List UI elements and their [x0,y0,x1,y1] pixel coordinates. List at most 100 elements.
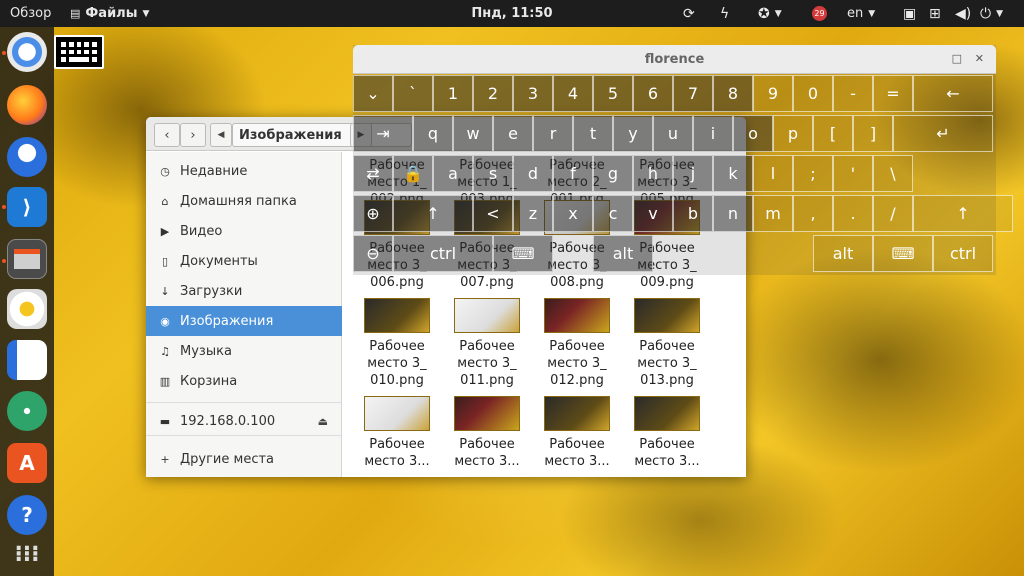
key[interactable]: 9 [753,75,793,112]
key[interactable]: w [453,115,493,152]
key[interactable]: 8 [713,75,753,112]
key[interactable]: = [873,75,913,112]
file-item[interactable]: Рабочее место 3... [444,396,530,477]
key[interactable]: e [493,115,533,152]
key[interactable]: ↵ [893,115,993,152]
file-item[interactable]: Рабочее место 3... [354,396,440,477]
sidebar-item[interactable]: ◷ Недавние [146,156,342,186]
key[interactable]: 7 [673,75,713,112]
maximize-icon[interactable]: □ [952,52,962,65]
key[interactable]: t [573,115,613,152]
key[interactable]: l [753,155,793,192]
accessibility-menu[interactable]: ✪ ▼ [758,0,782,27]
chromium-icon[interactable] [7,32,47,72]
back-button[interactable]: ‹ [154,123,180,147]
key[interactable]: ` [393,75,433,112]
thunderbird-icon[interactable] [7,137,47,177]
sidebar-item-network[interactable]: ▬ 192.168.0.100 ⏏ [146,406,342,436]
key[interactable]: ⇥ [353,115,413,152]
key[interactable]: c [593,195,633,232]
key[interactable]: 0 [793,75,833,112]
writer-icon[interactable] [7,340,47,380]
rhythmbox-icon[interactable] [7,289,47,329]
sidebar-item[interactable]: ▥ Корзина [146,366,342,396]
key[interactable]: f [553,155,593,192]
key[interactable]: y [613,115,653,152]
key[interactable]: u [653,115,693,152]
key[interactable]: s [473,155,513,192]
atom-icon[interactable] [7,391,47,431]
key[interactable]: ⌨ [493,235,553,272]
key[interactable]: r [533,115,573,152]
key[interactable]: ↑ [393,195,473,232]
key[interactable]: alt [593,235,653,272]
key[interactable]: 4 [553,75,593,112]
key[interactable]: p [773,115,813,152]
close-icon[interactable]: ✕ [975,52,984,65]
key[interactable]: - [833,75,873,112]
key[interactable]: 2 [473,75,513,112]
sidebar-item-other-places[interactable]: + Другие места [146,444,342,474]
key[interactable]: < [473,195,513,232]
path-back-button[interactable]: ◀ [210,123,232,147]
file-item[interactable]: Рабочее место 3_ 012.png [534,298,620,393]
key[interactable]: 6 [633,75,673,112]
power-menu[interactable]: ⏻ ▼ [980,0,1003,27]
file-item[interactable]: Рабочее место 3_ 010.png [354,298,440,393]
vscode-icon[interactable]: ⟩ [7,187,47,227]
sidebar-item[interactable]: ▯ Документы [146,246,342,276]
key[interactable]: j [673,155,713,192]
key[interactable]: ← [913,75,993,112]
key[interactable]: 3 [513,75,553,112]
eject-icon[interactable]: ⏏ [318,415,328,428]
key[interactable]: ⊕ [353,195,393,232]
software-center-icon[interactable]: A [7,443,47,483]
key[interactable]: g [593,155,633,192]
file-item[interactable]: Рабочее место 3_ 013.png [624,298,710,393]
key[interactable]: ] [853,115,893,152]
calendar-indicator[interactable]: 29 [812,0,827,27]
key[interactable]: ' [833,155,873,192]
key[interactable]: o [733,115,773,152]
key[interactable]: 1 [433,75,473,112]
file-item[interactable]: Рабочее место 3_ 011.png [444,298,530,393]
key[interactable]: m [753,195,793,232]
key[interactable]: k [713,155,753,192]
sidebar-item[interactable]: ↓ Загрузки [146,276,342,306]
key[interactable]: ; [793,155,833,192]
forward-button[interactable]: › [180,123,206,147]
key[interactable]: ⊖ [353,235,393,272]
key[interactable]: ctrl [933,235,993,272]
sidebar-item[interactable]: ♫ Музыка [146,336,342,366]
key[interactable]: ⌄ [353,75,393,112]
app-menu[interactable]: ▤ Файлы ▼ [70,0,149,27]
file-item[interactable]: Рабочее место 3... [624,396,710,477]
key[interactable]: h [633,155,673,192]
file-item[interactable]: Рабочее место 3... [534,396,620,477]
sidebar-item[interactable]: ◉ Изображения [146,306,342,336]
key[interactable]: ⇄ [353,155,393,192]
key[interactable]: i [693,115,733,152]
key[interactable]: v [633,195,673,232]
key[interactable]: b [673,195,713,232]
key[interactable]: z [513,195,553,232]
network-bolt-icon[interactable]: ϟ [720,0,729,27]
key[interactable]: alt [813,235,873,272]
help-icon[interactable]: ? [7,495,47,535]
key[interactable]: n [713,195,753,232]
network-icon[interactable]: ⊞ [929,0,941,27]
key[interactable]: q [413,115,453,152]
keyboard-tray-icon[interactable] [54,35,104,69]
sidebar-item[interactable]: ⌂ Домашняя папка [146,186,342,216]
files-icon[interactable] [7,239,47,279]
key[interactable]: ⌨ [873,235,933,272]
sidebar-item[interactable]: ▶ Видео [146,216,342,246]
activities-button[interactable]: Обзор [10,0,51,27]
key[interactable]: \ [873,155,913,192]
key[interactable]: / [873,195,913,232]
volume-icon[interactable]: ◀) [955,0,971,27]
key[interactable]: [ [813,115,853,152]
key[interactable]: x [553,195,593,232]
screen-icon[interactable]: ▣ [903,0,916,27]
key[interactable]: ctrl [393,235,493,272]
